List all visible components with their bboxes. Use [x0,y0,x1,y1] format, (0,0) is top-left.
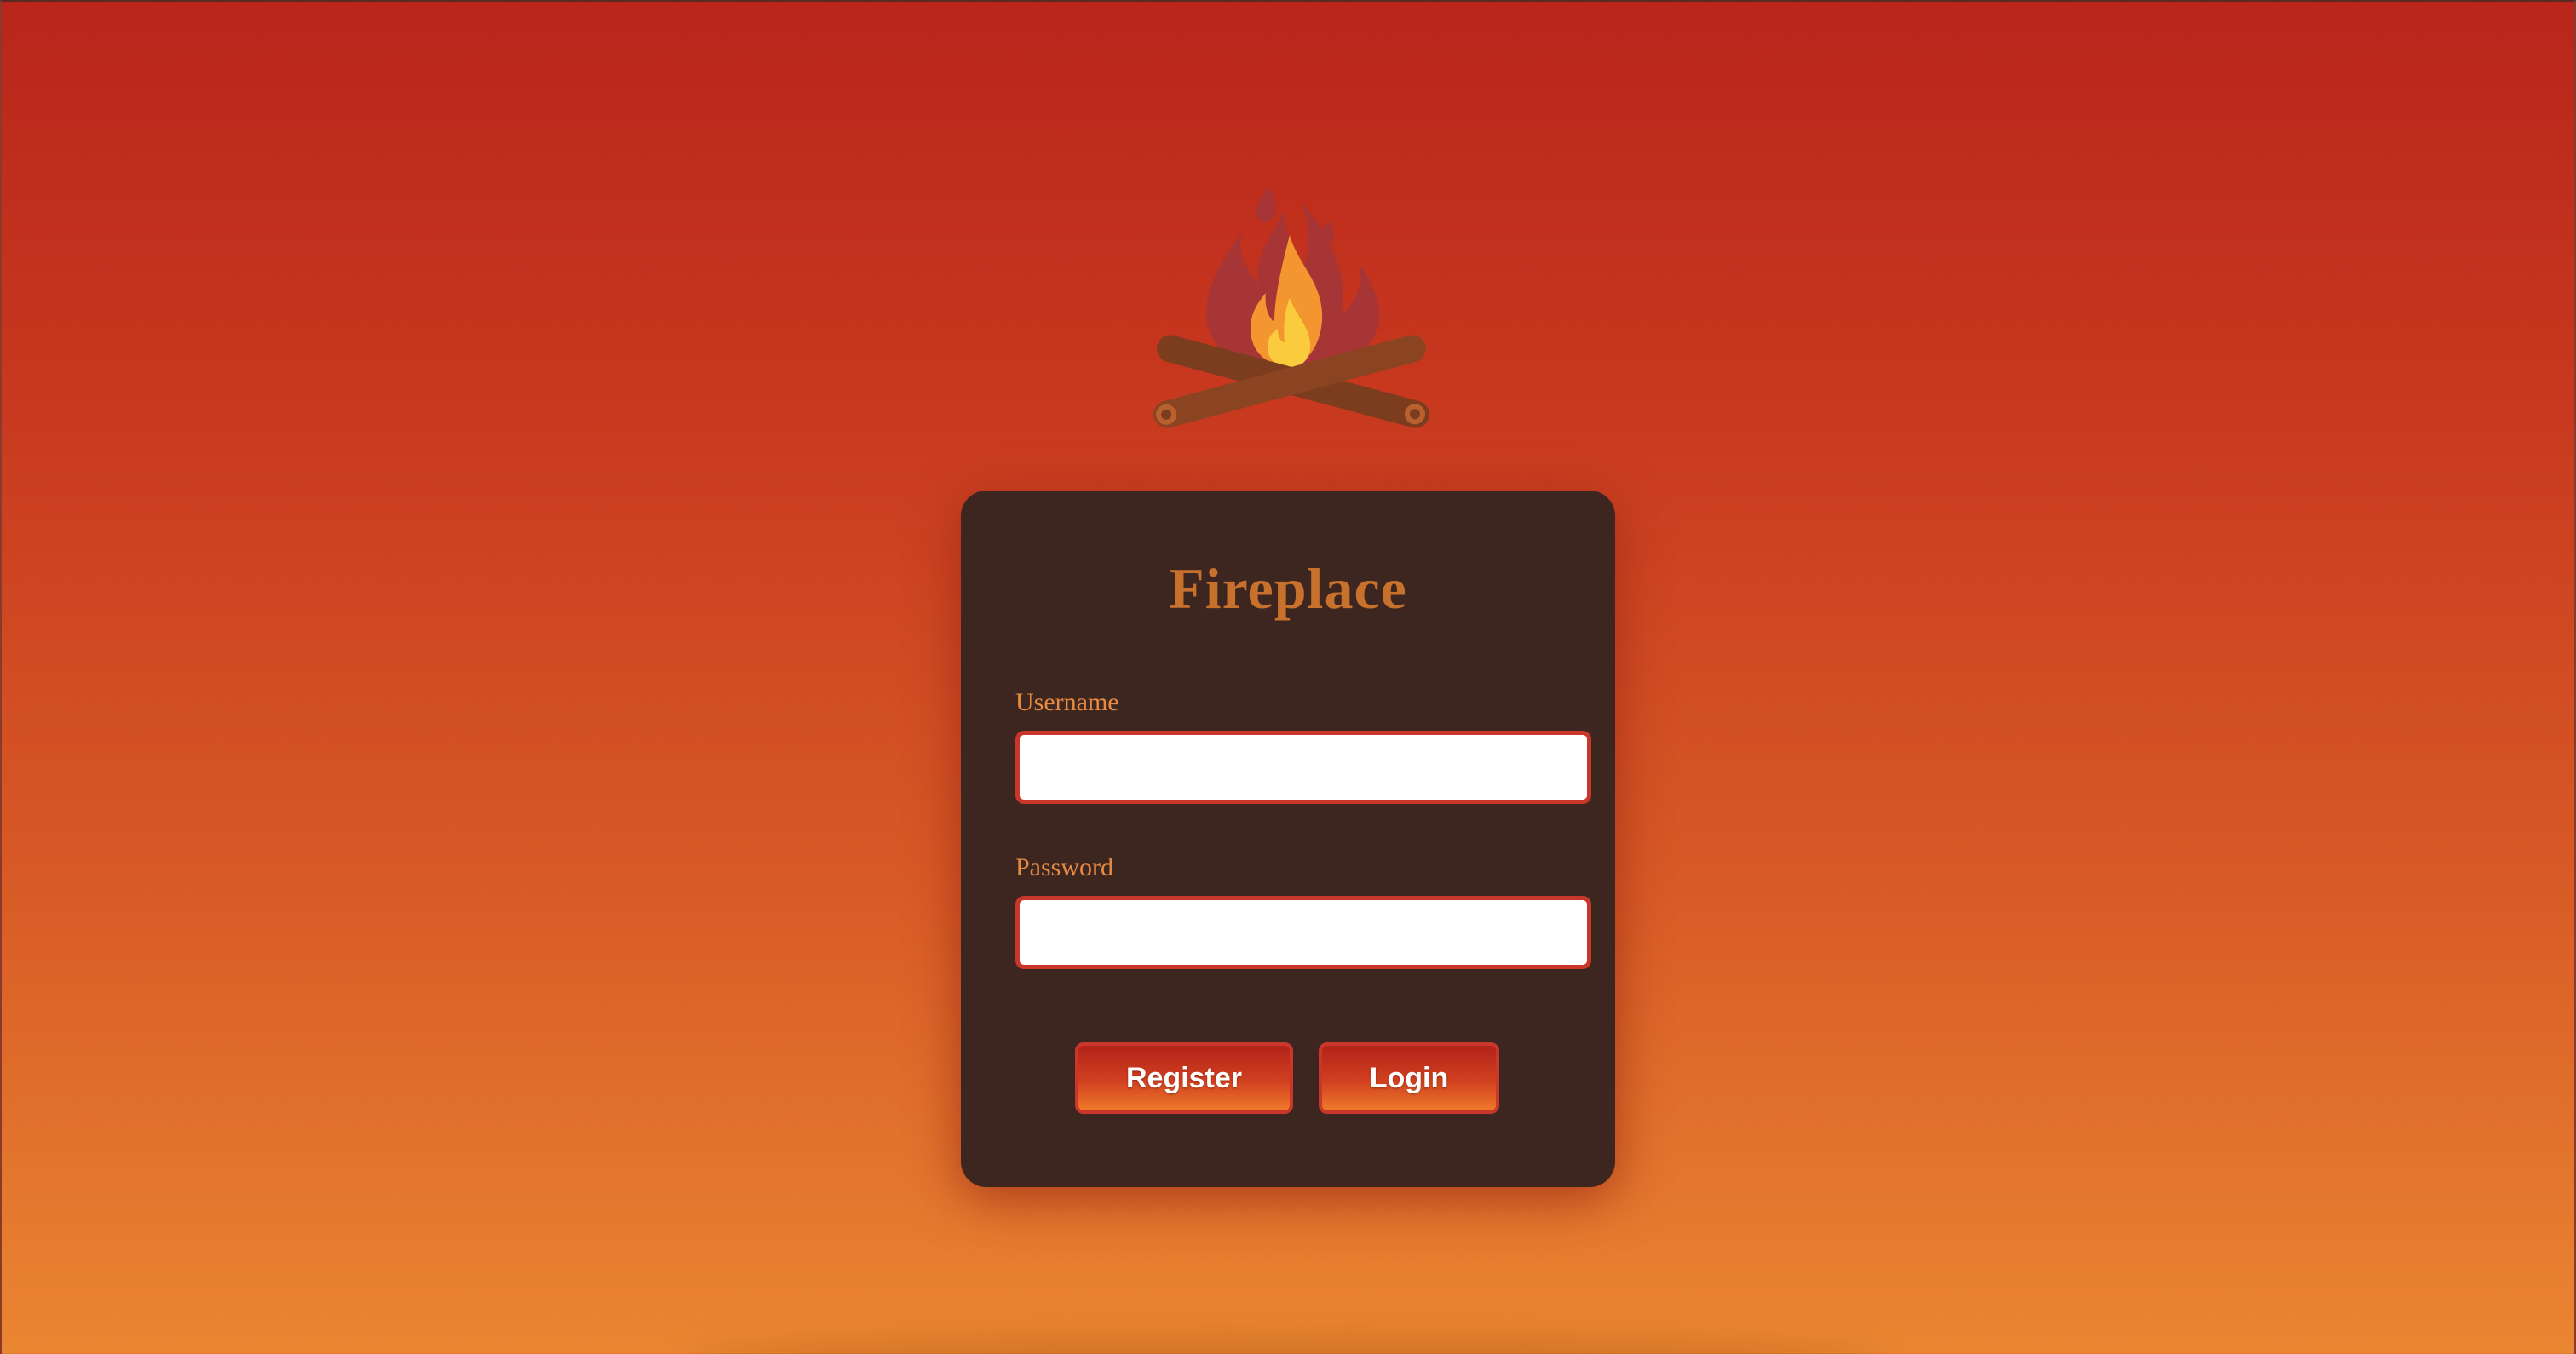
login-button[interactable]: Login [1319,1042,1499,1114]
username-input[interactable] [1015,731,1591,804]
app-title: Fireplace [1169,556,1407,621]
register-button[interactable]: Register [1075,1042,1293,1114]
bottom-glow [690,1337,1883,1354]
login-card: Fireplace Username Password Register Log… [961,491,1615,1187]
campfire-icon [1140,179,1441,434]
username-label: Username [1015,688,1119,716]
password-label: Password [1015,853,1114,881]
password-input[interactable] [1015,896,1591,969]
